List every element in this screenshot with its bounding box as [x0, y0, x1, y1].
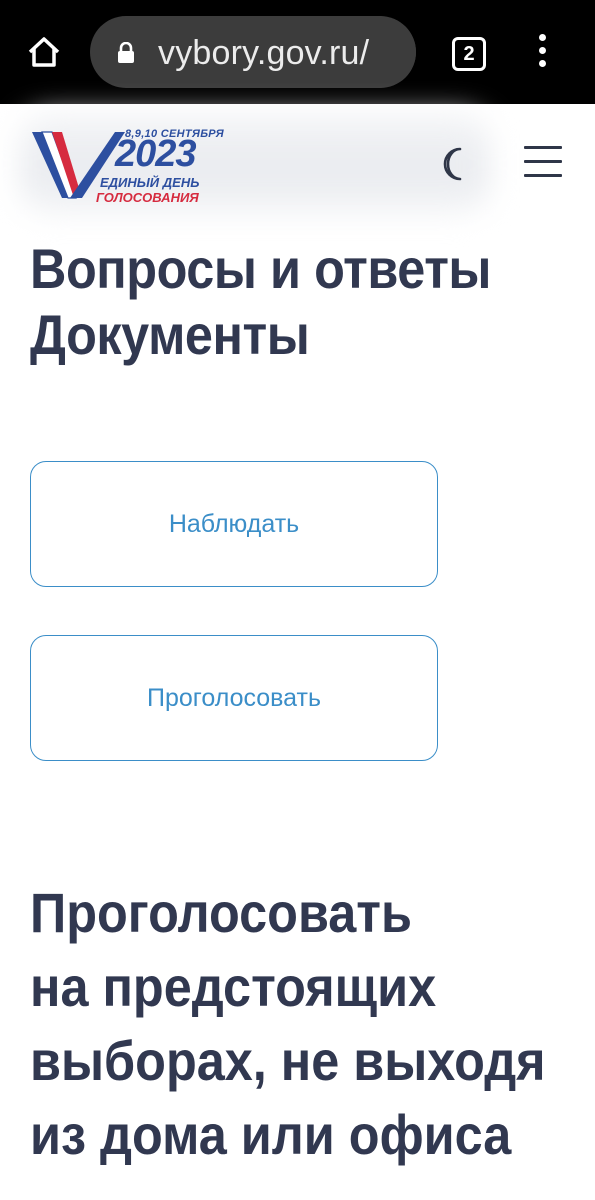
- promo-heading: Проголосовать на предстоящих выборах, не…: [30, 876, 546, 1172]
- url-fade: [380, 16, 416, 88]
- observe-button[interactable]: Наблюдать: [30, 461, 438, 587]
- hamburger-icon[interactable]: [524, 146, 562, 180]
- home-icon[interactable]: [24, 32, 64, 72]
- nav-link-documents[interactable]: Документы: [30, 302, 516, 368]
- moon-icon[interactable]: [438, 144, 472, 184]
- nav-links: Вопросы и ответы Документы: [30, 232, 570, 368]
- promo-line: выборах, не выходя: [30, 1029, 546, 1092]
- logo-year: 2023: [115, 133, 197, 175]
- promo-line: Проголосовать: [30, 881, 412, 944]
- url-text: vybory.gov.ru/: [158, 34, 370, 72]
- lock-icon: [116, 41, 136, 64]
- logo-tagline-1: ЕДИНЫЙ ДЕНЬ: [100, 175, 200, 190]
- address-bar[interactable]: vybory.gov.ru/: [90, 16, 416, 88]
- site-header: 8,9,10 СЕНТЯБРЯ 2023 ЕДИНЫЙ ДЕНЬ ГОЛОСОВ…: [0, 104, 595, 232]
- logo-tagline-2: ГОЛОСОВАНИЯ: [96, 190, 199, 205]
- promo-line: из дома или офиса: [30, 1103, 512, 1166]
- election-logo[interactable]: 8,9,10 СЕНТЯБРЯ 2023 ЕДИНЫЙ ДЕНЬ ГОЛОСОВ…: [30, 128, 224, 208]
- nav-link-faq[interactable]: Вопросы и ответы: [30, 236, 516, 302]
- vote-button[interactable]: Проголосовать: [30, 635, 438, 761]
- promo-line: на предстоящих: [30, 955, 437, 1018]
- overflow-menu-icon[interactable]: [532, 34, 552, 74]
- tabs-count-button[interactable]: 2: [452, 37, 486, 71]
- browser-toolbar: vybory.gov.ru/ 2: [0, 0, 595, 104]
